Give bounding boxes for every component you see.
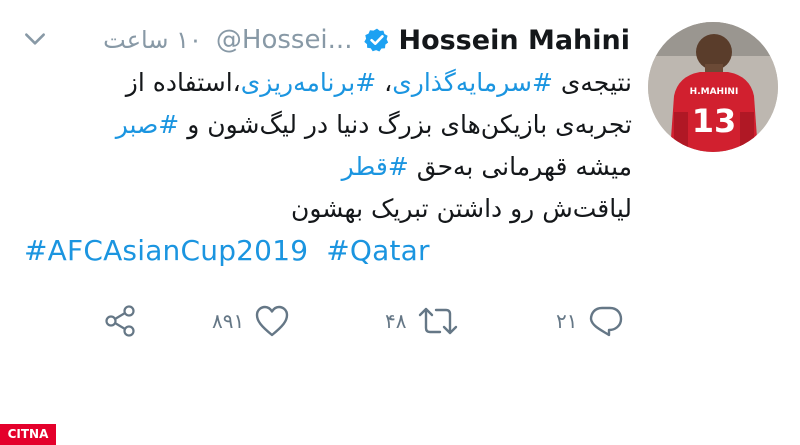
avatar[interactable]: H.MAHINI 13	[648, 22, 778, 152]
reply-button[interactable]: ۲۱	[556, 296, 625, 346]
tweet-text-segment: نتیجه‌ی	[552, 68, 632, 97]
reply-icon	[587, 304, 625, 338]
like-button[interactable]: ۸۹۱	[212, 296, 290, 346]
english-hashtags: #AFCAsianCup2019 #Qatar	[24, 234, 430, 267]
tweet-header: ۱۰ ساعت @Hossei... Hossein Mahini	[103, 20, 630, 60]
user-handle[interactable]: @Hossei...	[216, 25, 353, 55]
tweet-text-segment: تجربه‌ی بازیکن‌های بزرگ دنیا در لیگ‌شون …	[179, 110, 632, 139]
tweet-line: نتیجه‌ی #سرمایه‌گذاری، #برنامه‌ریزی،استف…	[12, 62, 632, 104]
jersey-name: H.MAHINI	[690, 87, 739, 97]
heart-icon	[254, 304, 290, 338]
watermark-logo: CITNA	[0, 424, 56, 445]
retweet-button[interactable]: ۴۸	[385, 296, 460, 346]
tweet-line: تجربه‌ی بازیکن‌های بزرگ دنیا در لیگ‌شون …	[12, 104, 632, 146]
share-icon	[103, 304, 137, 338]
hashtag-link[interactable]: #AFCAsianCup2019	[24, 234, 308, 267]
hashtag-link[interactable]: #صبر	[116, 110, 180, 139]
chevron-down-icon[interactable]	[22, 26, 48, 52]
hashtag-link[interactable]: #سرمایه‌گذاری	[392, 68, 553, 97]
retweet-count: ۴۸	[385, 309, 407, 333]
hashtag-link[interactable]: #قطر	[342, 152, 409, 181]
tweet-text-segment: ،استفاده از	[125, 68, 241, 97]
tweet-card[interactable]: ۱۰ ساعت @Hossei... Hossein Mahini H.MAHI…	[0, 0, 800, 445]
share-button[interactable]	[103, 296, 137, 346]
tweet-text-segment: ،	[376, 68, 393, 97]
tweet-text: نتیجه‌ی #سرمایه‌گذاری، #برنامه‌ریزی،استف…	[12, 62, 632, 230]
tweet-text-segment: لیاقت‌ش رو داشتن تبریک بهشون	[290, 194, 632, 223]
tweet-text-segment: میشه قهرمانی به‌حق	[408, 152, 632, 181]
hashtag-link[interactable]: #Qatar	[326, 234, 430, 267]
tweet-actions: ۸۹۱ ۴۸ ۲۱	[0, 296, 800, 346]
tweet-line: میشه قهرمانی به‌حق #قطر	[12, 146, 632, 188]
jersey-number: 13	[692, 102, 737, 140]
like-count: ۸۹۱	[212, 309, 245, 333]
hashtag-link[interactable]: #برنامه‌ریزی	[241, 68, 376, 97]
tweet-timestamp[interactable]: ۱۰ ساعت	[103, 26, 202, 54]
verified-badge-icon	[364, 28, 389, 52]
tweet-line: لیاقت‌ش رو داشتن تبریک بهشون	[12, 188, 632, 230]
avatar-photo: H.MAHINI 13	[648, 22, 778, 152]
retweet-icon	[416, 304, 460, 338]
reply-count: ۲۱	[556, 309, 578, 333]
display-name[interactable]: Hossein Mahini	[398, 25, 630, 56]
